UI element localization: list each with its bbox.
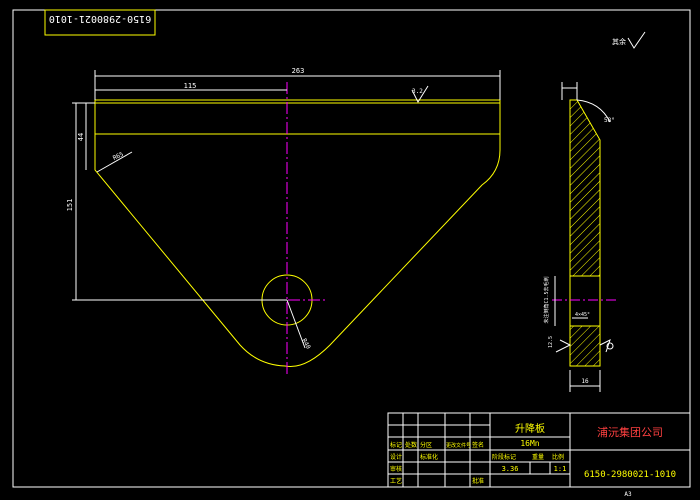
tb-col-label-2: 更改文件号 <box>446 442 471 449</box>
plate-outline <box>94 99 501 368</box>
roughness-default-label: 其余 <box>612 37 626 46</box>
tb-small-header-2: 比例 <box>552 453 564 461</box>
engineering-drawing: 6150-2980021-1010 其余 263 115 151 44 R65 … <box>12 9 691 498</box>
material: 16Mn <box>520 439 539 448</box>
dim-half-width: 115 <box>95 82 287 91</box>
roughness-top-value: 3.2 <box>412 88 423 95</box>
side-angle-value: 58° <box>604 117 615 124</box>
tb-col-label-1: 分区 <box>420 441 432 449</box>
mass-value: 3.36 <box>502 465 519 473</box>
tb-other-label-0: 批准 <box>472 477 484 485</box>
part-name: 升降板 <box>515 422 545 435</box>
dim-band-height-value: 44 <box>77 133 85 141</box>
tb-small-header-0: 阶段标记 <box>492 453 516 461</box>
dim-half-width-value: 115 <box>184 82 197 90</box>
company-name: 浦沅集团公司 <box>597 425 663 439</box>
side-view: 58° 16 未注倒角C1.5去毛刺 4×45° 12.5 <box>543 82 618 392</box>
side-section-lower <box>569 325 601 367</box>
tb-row-label-3: 工艺 <box>390 477 402 485</box>
tb-col-label-0: 处数 <box>405 441 417 449</box>
dim-hole-radius: R40 <box>286 299 312 351</box>
tb-row-label-4: 标准化 <box>420 453 438 461</box>
tb-small-header-1: 重量 <box>532 453 544 461</box>
dim-overall-width-value: 263 <box>292 67 305 75</box>
dim-hole-radius-value: R40 <box>300 338 312 351</box>
drawing-number: 6150-2980021-1010 <box>584 470 676 480</box>
dim-overall-width: 263 <box>94 67 501 100</box>
tb-col-label-3: 签名 <box>472 441 484 449</box>
roughness-default-mark: 其余 <box>612 31 646 49</box>
rotated-drawing-number: 6150-2980021-1010 <box>49 13 151 24</box>
tb-row-label-2: 审核 <box>390 465 402 473</box>
title-block: 处数 分区 更改文件号 签名 标记 设计 审核 工艺 标准化 阶段标记 重量 比… <box>387 412 691 498</box>
dim-height: 151 <box>66 102 287 301</box>
side-chamfer-label: 4×45° <box>575 312 590 318</box>
rotated-number-box: 6150-2980021-1010 <box>44 9 156 36</box>
dim-corner-radius: R65 <box>96 151 133 173</box>
side-section-upper <box>569 99 601 277</box>
sheet-mark: A3 <box>624 491 632 498</box>
dim-height-value: 151 <box>66 199 74 212</box>
roughness-side-value: 12.5 <box>548 336 554 348</box>
dim-band-height: 44 <box>77 103 87 170</box>
tb-row-label-0: 标记 <box>390 441 402 449</box>
scale-value: 1:1 <box>554 465 567 473</box>
tb-row-label-1: 设计 <box>390 453 402 461</box>
side-note: 未注倒角C1.5去毛刺 <box>543 276 550 323</box>
side-thickness-value: 16 <box>581 378 589 385</box>
